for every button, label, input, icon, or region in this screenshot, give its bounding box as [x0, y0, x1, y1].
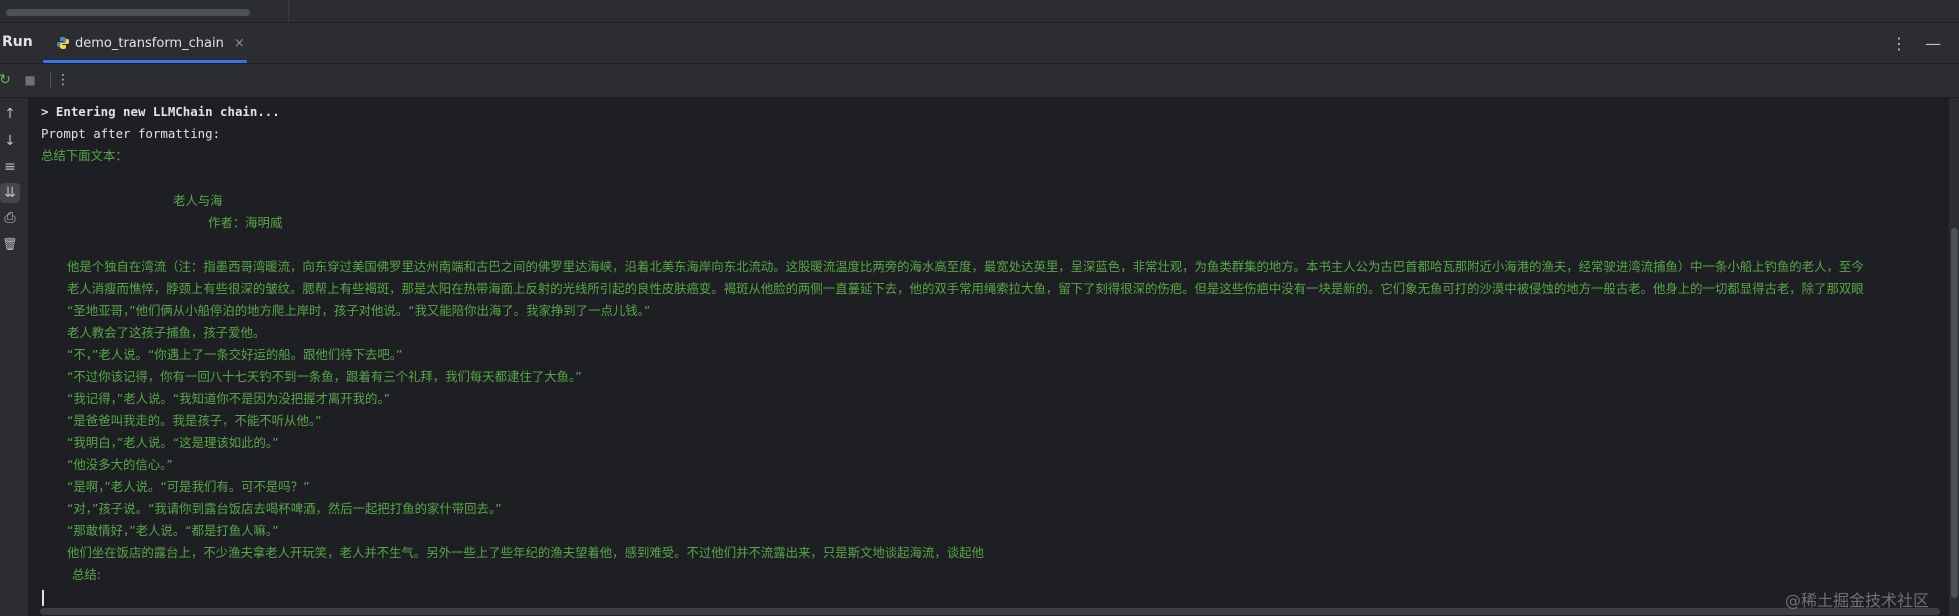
paragraph-line: 老人消瘦而憔悴，脖颈上有些很深的皱纹。腮帮上有些褐斑，那是太阳在热带海面上反射的…	[67, 281, 1864, 296]
paragraph-line: “我记得，”老人说。“我知道你不是因为没把握才离开我的。”	[67, 391, 391, 406]
toolbar-separator	[50, 72, 51, 89]
console-vertical-scrollbar[interactable]	[1949, 98, 1959, 616]
paragraph-line: 他是个独自在湾流（注：指墨西哥湾暖流，向东穿过美国佛罗里达州南端和古巴之间的佛罗…	[67, 259, 1864, 274]
paragraph-line: “不过你该记得，你有一回八十七天钓不到一条鱼，跟着有三个礼拜，我们每天都逮住了大…	[67, 369, 582, 384]
rerun-icon[interactable]: ↻	[0, 71, 14, 89]
run-tool-window-title: Run	[2, 34, 33, 50]
paragraph-line: 老人教会了这孩子捕鱼，孩子爱他。	[67, 325, 266, 340]
run-tool-window-header: Run demo_transform_chain × ⋮ —	[0, 23, 1959, 64]
paragraph-line: “是爸爸叫我走的。我是孩子，不能不听从他。”	[67, 413, 322, 428]
story-author: 作者：海明威	[208, 215, 283, 230]
upper-panel-left-block	[0, 0, 289, 22]
site-watermark: @稀土掘金技术社区	[1784, 591, 1929, 610]
console-horizontal-scrollbar[interactable]	[40, 608, 1940, 615]
close-tab-icon[interactable]: ×	[234, 36, 245, 51]
paragraph-line: “不，”老人说。“你遇上了一条交好运的船。跟他们待下去吧。”	[67, 347, 403, 362]
run-toolbar: ↻ ■ ⋮	[0, 64, 1959, 98]
minimize-icon[interactable]: —	[1925, 34, 1941, 53]
console-line-prompt-after: Prompt after formatting:	[41, 126, 221, 141]
stop-icon[interactable]: ■	[21, 71, 39, 89]
console-line-entering: > Entering new LLMChain chain...	[41, 104, 280, 119]
tab-label: demo_transform_chain	[75, 35, 224, 51]
header-actions: ⋮ —	[1891, 23, 1959, 63]
story-title: 老人与海	[173, 193, 223, 208]
summarize-heading: 总结下面文本：	[41, 148, 128, 163]
upper-panel-strip	[0, 0, 1959, 23]
summary-label: 总结:	[72, 567, 101, 582]
paragraph-line: 他们坐在饭店的露台上，不少渔夫拿老人开玩笑，老人并不生气。另外一些上了些年纪的渔…	[67, 545, 984, 560]
python-icon	[57, 37, 69, 49]
console-side-toolbar: ↑ ↓ ≡ ⇊ ⎙ 🗑	[0, 98, 29, 616]
paragraph-line: “是啊，”老人说。“可是我们有。可不是吗？”	[67, 479, 310, 494]
trash-icon[interactable]: 🗑	[0, 234, 20, 254]
text-cursor	[42, 590, 44, 606]
print-icon[interactable]: ⎙	[0, 208, 20, 228]
paragraph-line: “对，”孩子说。“我请你到露台饭店去喝杯啤酒，然后一起把打鱼的家什带回去。”	[67, 501, 502, 516]
active-tab-indicator	[43, 60, 247, 63]
paragraph-line: “圣地亚哥，”他们俩从小船停泊的地方爬上岸时，孩子对他说。“我又能陪你出海了。我…	[67, 303, 651, 318]
paragraph-line: “他没多大的信心。”	[67, 457, 173, 472]
down-arrow-icon[interactable]: ↓	[0, 131, 20, 151]
scroll-to-end-icon[interactable]: ⇊	[0, 183, 20, 203]
paragraph-line: “那敢情好，”老人说。“都是打鱼人嘛。”	[67, 523, 279, 538]
paragraph-line: “我明白，”老人说。“这是理该如此的。”	[67, 435, 279, 450]
more-actions-icon[interactable]: ⋮	[54, 71, 72, 89]
upper-horizontal-scrollbar[interactable]	[6, 9, 250, 16]
console-output[interactable]: > Entering new LLMChain chain... Prompt …	[29, 98, 1959, 616]
tab-demo-transform-chain[interactable]: demo_transform_chain ×	[43, 23, 247, 63]
soft-wrap-icon[interactable]: ≡	[0, 157, 20, 177]
up-arrow-icon[interactable]: ↑	[0, 104, 20, 124]
options-menu-icon[interactable]: ⋮	[1891, 34, 1907, 53]
vertical-scroll-thumb[interactable]	[1951, 228, 1958, 598]
